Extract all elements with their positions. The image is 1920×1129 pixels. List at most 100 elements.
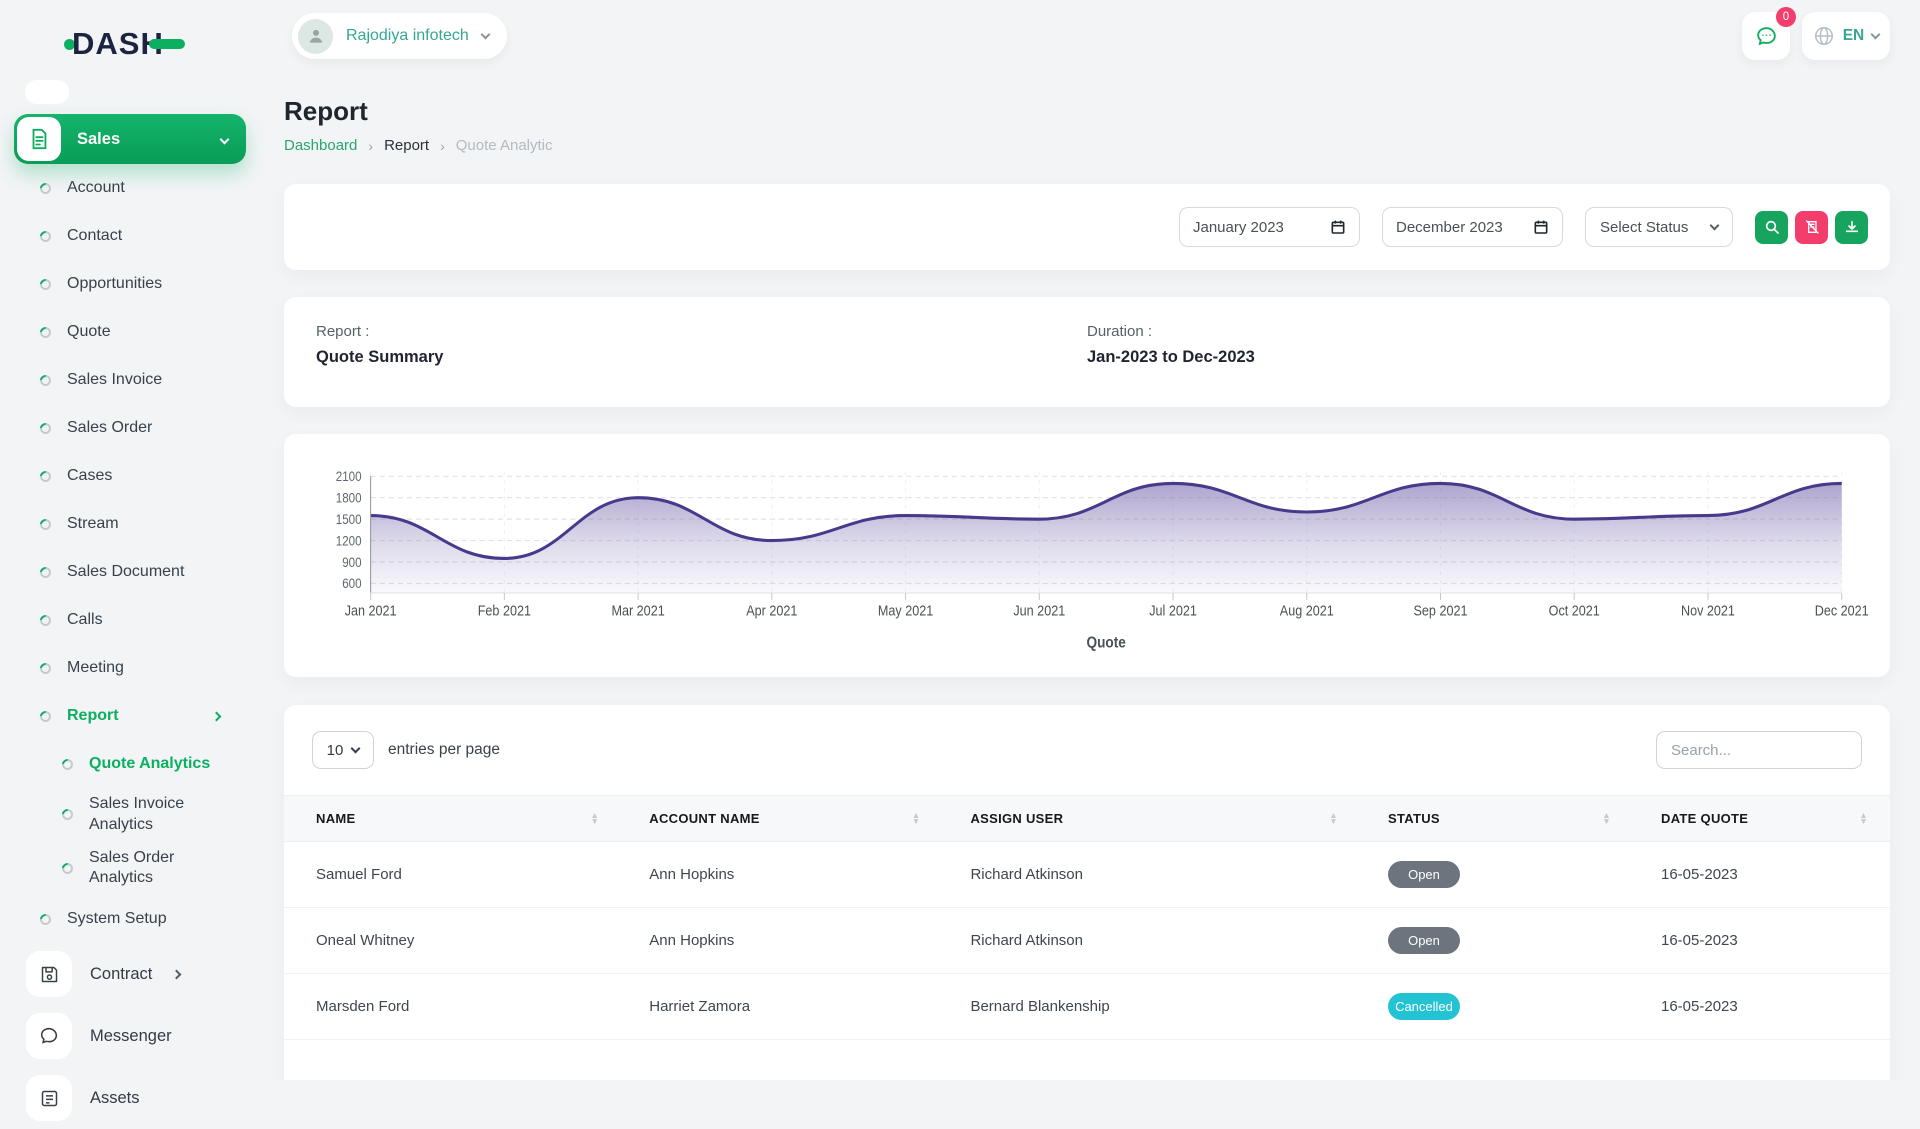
download-button[interactable] xyxy=(1835,211,1868,244)
sidebar-item-sales-order[interactable]: Sales Order xyxy=(14,404,246,452)
language-selector[interactable]: EN xyxy=(1802,12,1890,60)
clear-filter-button[interactable] xyxy=(1795,211,1828,244)
sidebar-item-account[interactable]: Account xyxy=(14,164,246,212)
column-header-assign-user[interactable]: ASSIGN USER ▲▼ xyxy=(942,796,1360,842)
svg-text:Sep 2021: Sep 2021 xyxy=(1414,603,1468,619)
column-header-account-name[interactable]: ACCOUNT NAME ▲▼ xyxy=(621,796,942,842)
breadcrumb-current: Quote Analytic xyxy=(456,137,553,154)
logo-dash-icon xyxy=(149,39,185,49)
sidebar-item-calls[interactable]: Calls xyxy=(14,596,246,644)
chevron-down-icon xyxy=(351,744,361,754)
sidebar-subitem-quote-analytics[interactable]: Quote Analytics xyxy=(14,740,246,788)
quote-table-card: 10 entries per page NAME ▲▼ ACCOUNT NAME… xyxy=(284,705,1890,1080)
breadcrumb-dashboard[interactable]: Dashboard xyxy=(284,137,357,154)
column-header-name[interactable]: NAME ▲▼ xyxy=(284,796,621,842)
bullet-icon xyxy=(38,372,53,387)
sidebar-module-assets[interactable]: Assets xyxy=(14,1067,246,1129)
filter-card: January 2023 December 2023 Select Status xyxy=(284,184,1890,270)
breadcrumb-separator: › xyxy=(440,138,445,154)
chevron-down-icon xyxy=(480,30,490,40)
page-title: Report xyxy=(284,96,1890,127)
table-row[interactable]: Samuel Ford Ann Hopkins Richard Atkinson… xyxy=(284,842,1890,908)
page-header: Report Dashboard › Report › Quote Analyt… xyxy=(284,96,1890,154)
svg-text:Quote: Quote xyxy=(1087,635,1126,652)
chat-icon-box xyxy=(26,1013,72,1059)
svg-text:600: 600 xyxy=(342,576,361,591)
table-row[interactable]: Oneal Whitney Ann Hopkins Richard Atkins… xyxy=(284,908,1890,974)
table-row[interactable]: Marsden Ford Harriet Zamora Bernard Blan… xyxy=(284,974,1890,1040)
table-toolbar: 10 entries per page xyxy=(284,705,1890,795)
breadcrumb-separator: › xyxy=(368,138,373,154)
table-search-input[interactable] xyxy=(1656,731,1862,769)
bullet-icon xyxy=(38,180,53,195)
sidebar-item-quote[interactable]: Quote xyxy=(14,308,246,356)
sidebar-item-sales-document[interactable]: Sales Document xyxy=(14,548,246,596)
status-badge: Cancelled xyxy=(1388,993,1460,1020)
cell-name: Marsden Ford xyxy=(284,974,621,1040)
clear-document-icon xyxy=(1804,219,1820,235)
sidebar-item-contact[interactable]: Contact xyxy=(14,212,246,260)
sidebar-item-cases[interactable]: Cases xyxy=(14,452,246,500)
sidebar-item-opportunities[interactable]: Opportunities xyxy=(14,260,246,308)
report-submenu: Quote Analytics Sales Invoice Analytics … xyxy=(14,740,246,895)
bullet-icon xyxy=(60,861,75,876)
sidebar-subitem-sales-order-analytics[interactable]: Sales Order Analytics xyxy=(14,842,246,896)
cell-name: Samuel Ford xyxy=(284,842,621,908)
chevron-right-icon xyxy=(172,969,182,979)
sidebar-group-label: Sales xyxy=(77,130,221,149)
bullet-icon xyxy=(38,612,53,627)
sort-icon: ▲▼ xyxy=(1602,813,1611,824)
sidebar-modules: Contract Messenger Assets xyxy=(14,943,246,1129)
entries-count-select[interactable]: 10 xyxy=(312,731,374,769)
quotes-table: NAME ▲▼ ACCOUNT NAME ▲▼ ASSIGN USER ▲▼ S… xyxy=(284,795,1890,1040)
main-content: Rajodiya infotech 0 EN Report Dash xyxy=(260,0,1920,1080)
company-switcher[interactable]: Rajodiya infotech xyxy=(292,13,507,59)
status-badge: Open xyxy=(1388,927,1460,954)
table-body: Samuel Ford Ann Hopkins Richard Atkinson… xyxy=(284,842,1890,1040)
end-month-input[interactable]: December 2023 xyxy=(1382,207,1563,247)
cell-date: 16-05-2023 xyxy=(1633,842,1890,908)
chevron-down-icon xyxy=(1871,30,1881,40)
bullet-icon xyxy=(38,564,53,579)
bullet-icon xyxy=(38,468,53,483)
svg-text:900: 900 xyxy=(342,555,361,570)
breadcrumb-report[interactable]: Report xyxy=(384,137,429,154)
svg-text:Mar 2021: Mar 2021 xyxy=(611,603,664,619)
sidebar-module-messenger[interactable]: Messenger xyxy=(14,1005,246,1067)
cell-assign-user: Bernard Blankenship xyxy=(942,974,1360,1040)
sidebar-group-sales[interactable]: Sales xyxy=(14,114,246,164)
status-badge: Open xyxy=(1388,861,1460,888)
app-logo[interactable]: DASH xyxy=(0,0,260,62)
person-icon xyxy=(306,26,326,46)
sidebar-subitem-sales-invoice-analytics[interactable]: Sales Invoice Analytics xyxy=(14,788,246,842)
messages-button[interactable]: 0 xyxy=(1742,12,1790,60)
chart-card: 6009001200150018002100Jan 2021Feb 2021Ma… xyxy=(284,434,1890,677)
sidebar-item-stream[interactable]: Stream xyxy=(14,500,246,548)
report-summary-card: Report : Quote Summary Duration : Jan-20… xyxy=(284,297,1890,407)
svg-text:Feb 2021: Feb 2021 xyxy=(478,603,531,619)
notification-badge: 0 xyxy=(1776,7,1796,27)
sidebar-item-sales-invoice[interactable]: Sales Invoice xyxy=(14,356,246,404)
sidebar: DASH Sales Account Contact Opportunities… xyxy=(0,0,260,1080)
sidebar-links: Account Contact Opportunities Quote Sale… xyxy=(14,164,246,692)
cell-assign-user: Richard Atkinson xyxy=(942,908,1360,974)
sidebar-item-meeting[interactable]: Meeting xyxy=(14,644,246,692)
bullet-icon xyxy=(60,807,75,822)
sidebar-item-report[interactable]: Report xyxy=(14,692,246,740)
cell-account: Ann Hopkins xyxy=(621,842,942,908)
sidebar-nav: Sales Account Contact Opportunities Quot… xyxy=(0,62,260,1129)
svg-text:Apr 2021: Apr 2021 xyxy=(746,603,797,619)
svg-text:1500: 1500 xyxy=(336,512,362,527)
globe-icon xyxy=(1813,25,1835,47)
bullet-icon xyxy=(38,660,53,675)
chat-bubble-icon xyxy=(1754,24,1779,49)
sidebar-module-contract[interactable]: Contract xyxy=(14,943,246,1005)
svg-text:Dec 2021: Dec 2021 xyxy=(1815,603,1869,619)
apply-search-button[interactable] xyxy=(1755,211,1788,244)
column-header-date-quote[interactable]: DATE QUOTE ▲▼ xyxy=(1633,796,1890,842)
start-month-input[interactable]: January 2023 xyxy=(1179,207,1360,247)
status-select[interactable]: Select Status xyxy=(1585,207,1733,247)
sidebar-item-system-setup[interactable]: System Setup xyxy=(14,895,246,943)
column-header-status[interactable]: STATUS ▲▼ xyxy=(1360,796,1633,842)
sort-icon: ▲▼ xyxy=(591,813,600,824)
